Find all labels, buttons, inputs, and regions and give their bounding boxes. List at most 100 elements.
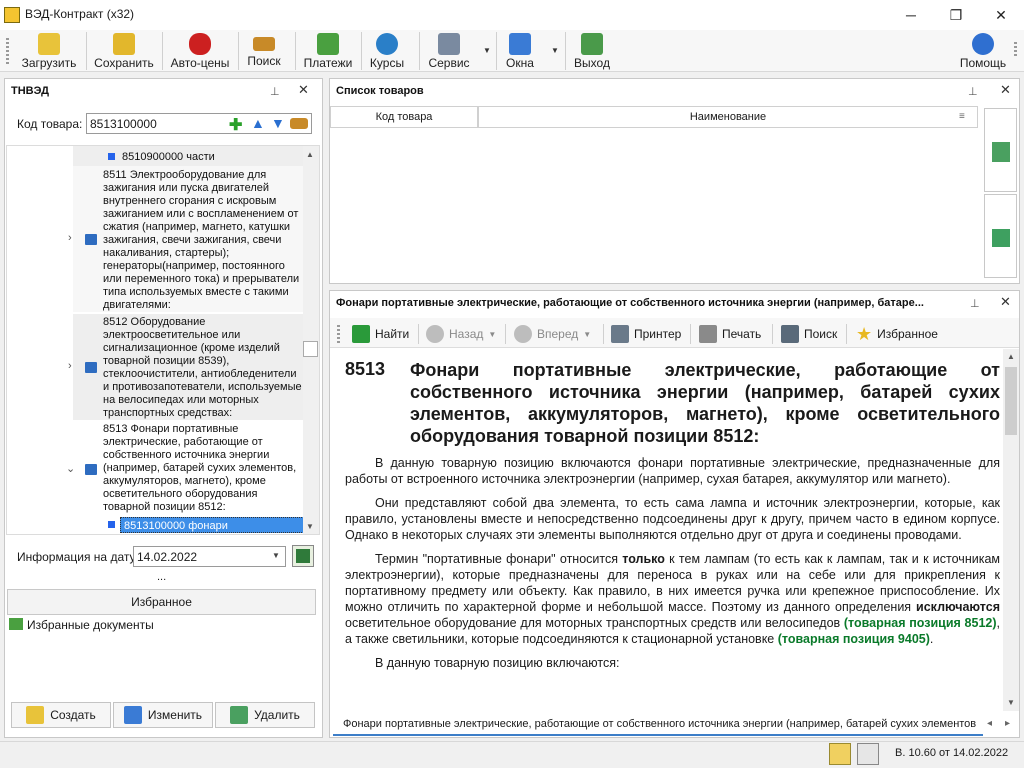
paragraph-4: В данную товарную позицию включаются: xyxy=(375,656,620,670)
forward-button[interactable]: Вперед ▼ xyxy=(514,322,591,346)
payments-label: Платежи xyxy=(303,56,353,70)
code-input[interactable]: 8513100000 xyxy=(90,117,157,131)
document-scrollbar[interactable]: ▲ ▼ xyxy=(1003,349,1019,711)
exit-button[interactable]: Выход xyxy=(570,30,614,72)
rates-button[interactable]: Курсы xyxy=(364,30,410,72)
pin-icon[interactable]: ⊥ xyxy=(968,85,978,98)
create-button[interactable]: Создать xyxy=(11,702,111,728)
status-icon-2[interactable] xyxy=(857,743,879,765)
goods-header: Список товаров xyxy=(330,79,1019,103)
pin-icon[interactable]: ⊥ xyxy=(270,85,280,98)
close-button[interactable]: ✕ xyxy=(978,0,1024,30)
auto-prices-button[interactable]: Авто-цены xyxy=(168,30,232,72)
folder-open-icon xyxy=(38,33,60,55)
back-label: Назад xyxy=(449,327,484,341)
export-goods-button[interactable] xyxy=(984,194,1017,278)
scroll-thumb[interactable] xyxy=(303,341,318,357)
tab-scroll-left-icon[interactable]: ◂ xyxy=(987,718,992,729)
link-8512[interactable]: (товарная позиция 8512) xyxy=(844,616,997,630)
scroll-down-icon[interactable]: ▼ xyxy=(306,522,314,531)
tree-item-8512[interactable]: 8512 Оборудование электроосветительное и… xyxy=(103,316,303,420)
toolbar-separator xyxy=(846,324,847,344)
date-input[interactable]: 14.02.2022 xyxy=(137,550,197,564)
scroll-up-icon[interactable]: ▲ xyxy=(306,150,314,159)
payments-button[interactable]: Платежи xyxy=(300,30,356,72)
tree-item-8513100000-selected[interactable]: 8513100000 фонари xyxy=(120,517,304,533)
date-input-box[interactable]: 14.02.2022 ▼ xyxy=(133,546,286,567)
tree-item-8510900000[interactable]: 8510900000 части xyxy=(122,151,215,164)
search-button[interactable]: Поиск xyxy=(240,30,288,72)
windows-button[interactable]: Окна xyxy=(500,30,540,72)
folder-new-icon xyxy=(26,706,45,724)
print-button[interactable]: Печать xyxy=(699,322,761,346)
tools-icon xyxy=(438,33,460,55)
tnved-tree: 8510900000 части › 8511 Электрооборудова… xyxy=(6,145,320,535)
favorites-header[interactable]: Избранное xyxy=(7,589,316,615)
chevron-right-icon[interactable]: › xyxy=(68,360,72,372)
close-icon[interactable]: ✕ xyxy=(298,82,309,98)
book-icon xyxy=(85,362,97,373)
scroll-up-icon[interactable]: ▲ xyxy=(1007,352,1015,361)
find-arrow-icon xyxy=(352,325,370,343)
help-button[interactable]: Помощь xyxy=(958,30,1008,72)
binoculars-icon[interactable] xyxy=(290,118,308,129)
document-content: 8513 Фонари портативные электрические, р… xyxy=(330,349,1003,711)
minimize-button[interactable]: ─ xyxy=(888,0,934,30)
close-icon[interactable]: ✕ xyxy=(1000,294,1011,310)
load-button[interactable]: Загрузить xyxy=(18,30,80,72)
nav-toolbar-grip[interactable] xyxy=(337,325,340,343)
star-icon: ★ xyxy=(856,323,873,344)
doc-search-button[interactable]: Поиск xyxy=(781,322,837,346)
back-button[interactable]: Назад ▼ xyxy=(426,322,496,346)
delete-button[interactable]: Удалить xyxy=(215,702,315,728)
maximize-button[interactable]: ❐ xyxy=(933,0,979,30)
chevron-right-icon[interactable]: › xyxy=(68,232,72,244)
toolbar-separator xyxy=(565,32,566,70)
forward-dropdown-icon[interactable]: ▼ xyxy=(583,330,591,339)
save-button[interactable]: Сохранить xyxy=(92,30,156,72)
windows-dropdown-arrow[interactable]: ▼ xyxy=(551,46,559,55)
col-header-name[interactable]: Наименование xyxy=(478,106,978,128)
favorites-documents-item[interactable]: Избранные документы xyxy=(27,618,154,632)
column-chooser-icon[interactable]: ≡ xyxy=(959,111,965,122)
delete-goods-button[interactable] xyxy=(984,108,1017,192)
favorites-label: Избранное xyxy=(877,327,938,341)
status-icon-1[interactable] xyxy=(829,743,851,765)
dropdown-arrow-icon[interactable]: ▼ xyxy=(272,551,280,560)
p3-part: осветительное оборудование для моторных … xyxy=(345,616,844,630)
arrow-down-icon[interactable]: ▼ xyxy=(271,115,285,131)
tab-scroll-right-icon[interactable]: ▸ xyxy=(1005,718,1010,729)
col-header-code[interactable]: Код товара xyxy=(330,106,478,128)
toolbar-grip[interactable] xyxy=(6,38,9,64)
tree-item-8513[interactable]: 8513 Фонари портативные электрические, р… xyxy=(103,423,303,514)
add-icon[interactable]: ✚ xyxy=(229,115,242,135)
document-tab[interactable]: Фонари портативные электрические, работа… xyxy=(333,714,983,736)
date-apply-button[interactable] xyxy=(292,545,314,567)
toolbar-separator xyxy=(361,32,362,70)
arrow-up-icon[interactable]: ▲ xyxy=(251,115,265,131)
service-button[interactable]: Сервис xyxy=(424,30,474,72)
edit-button[interactable]: Изменить xyxy=(113,702,213,728)
chevron-down-icon[interactable]: ⌄ xyxy=(66,462,75,475)
favorites-button[interactable]: ★ Избранное xyxy=(856,322,938,346)
delete-label: Удалить xyxy=(254,708,300,722)
link-9405[interactable]: (товарная позиция 9405) xyxy=(778,632,930,646)
paragraph-3: Термин "портативные фонари" относится то… xyxy=(345,551,1000,647)
tree-item-8511[interactable]: 8511 Электрооборудование для зажигания и… xyxy=(103,169,303,312)
pin-icon[interactable]: ⊥ xyxy=(970,297,980,310)
close-icon[interactable]: ✕ xyxy=(1000,82,1011,98)
scroll-down-icon[interactable]: ▼ xyxy=(1007,698,1015,707)
printer-label: Принтер xyxy=(634,327,682,341)
help-label: Помощь xyxy=(959,56,1007,70)
back-dropdown-icon[interactable]: ▼ xyxy=(488,330,496,339)
toolbar-grip-right[interactable] xyxy=(1014,42,1017,56)
service-dropdown-arrow[interactable]: ▼ xyxy=(483,46,491,55)
tree-scrollbar[interactable]: ▲ ▼ xyxy=(303,146,319,534)
scroll-thumb[interactable] xyxy=(1005,367,1017,435)
folder-save-icon xyxy=(113,33,135,55)
find-button[interactable]: Найти xyxy=(352,322,409,346)
code-input-box[interactable]: 8513100000 ✚ ▲ ▼ xyxy=(86,113,312,134)
splitter-ellipsis[interactable]: ... xyxy=(157,571,166,583)
printer-button[interactable]: Принтер xyxy=(611,322,681,346)
app-icon xyxy=(4,7,20,23)
